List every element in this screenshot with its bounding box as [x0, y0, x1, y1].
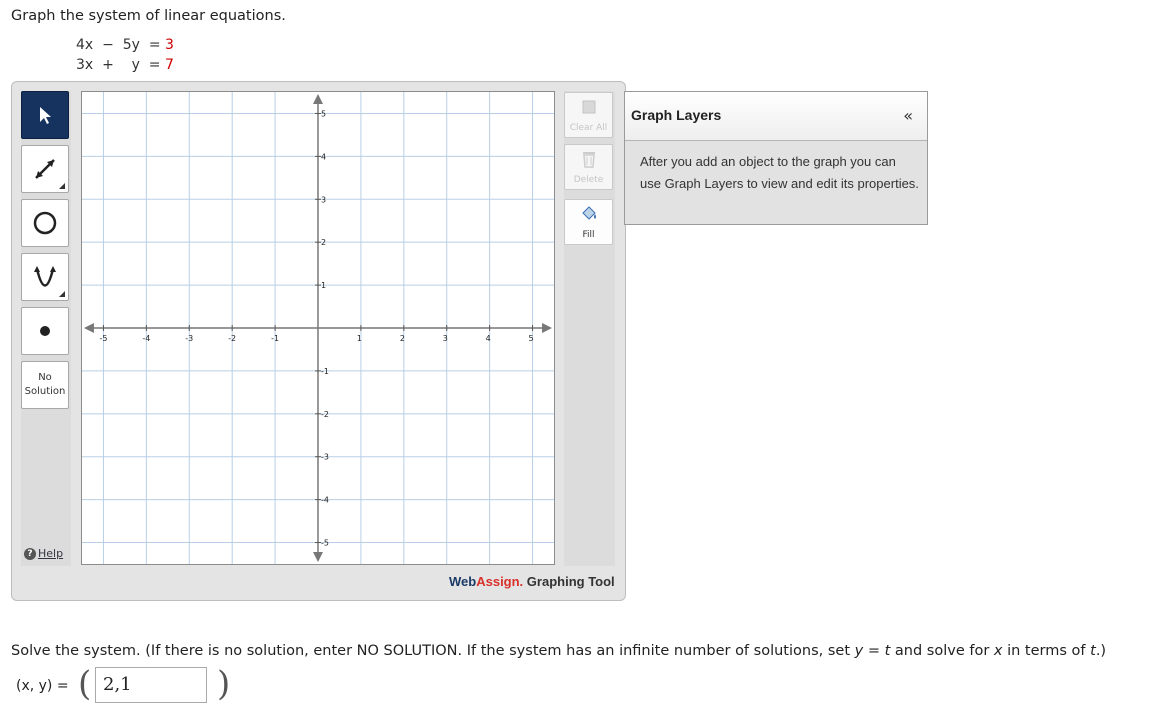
pointer-tool-button[interactable]	[21, 91, 69, 139]
y-tick-label: 3	[321, 195, 326, 204]
x-axis-left-arrow	[83, 323, 94, 333]
question-text: Graph the system of linear equations.	[11, 8, 286, 24]
y-tick-label: -3	[321, 453, 329, 462]
graph-layers-title: Graph Layers	[631, 107, 722, 123]
answer-label: (x, y) =	[16, 678, 69, 694]
x-tick-label: 4	[486, 334, 491, 343]
solve-prompt: Solve the system. (If there is no soluti…	[11, 643, 1106, 659]
graph-layers-description: After you add an object to the graph you…	[640, 154, 919, 191]
equation-2-lhs: 3x + y =	[76, 57, 161, 73]
y-tick-label: -4	[321, 496, 329, 505]
fill-button[interactable]: Fill	[564, 199, 613, 245]
x-tick-label: 5	[529, 334, 534, 343]
x-tick-label: -3	[185, 334, 193, 343]
equation-1-rhs: 3	[165, 37, 174, 53]
prompt-end: .)	[1095, 643, 1107, 659]
line-tool-button[interactable]	[21, 145, 69, 193]
axes	[83, 93, 553, 563]
no-solution-line2: Solution	[24, 386, 66, 397]
clear-all-label: Clear All	[569, 123, 608, 133]
circle-tool-button[interactable]	[21, 199, 69, 247]
y-axis-down-arrow	[313, 552, 323, 563]
help-icon: ?	[24, 547, 36, 560]
no-solution-button[interactable]: No Solution	[21, 361, 69, 409]
clear-all-button[interactable]: Clear All	[564, 92, 613, 138]
equation-2-rhs: 7	[165, 57, 174, 73]
x-tick-label: -5	[99, 334, 107, 343]
prompt-part-5: and solve for	[890, 643, 994, 659]
y-tick-label: -5	[321, 539, 329, 548]
y-tick-label: 5	[321, 109, 326, 118]
x-tick-label: -2	[228, 334, 236, 343]
x-tick-label: 3	[443, 334, 448, 343]
prompt-var-y: y	[854, 643, 864, 659]
x-axis-right-arrow	[542, 323, 553, 333]
brand-assign: Assign.	[476, 574, 524, 589]
graph-layers-panel: Graph Layers « After you add an object t…	[624, 91, 928, 225]
left-paren: (	[78, 664, 92, 704]
y-tick-label: -1	[321, 367, 329, 376]
right-paren: )	[217, 664, 231, 704]
cursor-arrow-icon	[40, 107, 51, 124]
x-tick-label: 1	[357, 334, 362, 343]
paint-bucket-icon	[581, 206, 596, 220]
submenu-corner-icon	[59, 183, 65, 189]
parabola-icon	[34, 266, 56, 287]
equation-2: 3x + y = 7	[76, 57, 174, 73]
brand-web: Web	[449, 574, 477, 589]
y-tick-label: -2	[321, 410, 329, 419]
parabola-tool-button[interactable]	[21, 253, 69, 301]
prompt-var-x: x	[993, 643, 1003, 659]
webassign-brand: WebAssign. Graphing Tool	[449, 574, 615, 589]
graph-canvas[interactable]: -5 -4 -3 -2 -1 1 2 3 4 5 5 4 3 2 1 -1 -2 -3 -4 -5	[81, 91, 555, 565]
point-tool-button[interactable]	[21, 307, 69, 355]
equation-1: 4x − 5y = 3	[76, 37, 174, 53]
clear-all-icon	[582, 100, 595, 114]
delete-button[interactable]: Delete	[564, 144, 613, 190]
trash-icon	[582, 152, 595, 168]
y-tick-label: 4	[321, 152, 326, 161]
x-tick-label: -4	[142, 334, 150, 343]
help-label: Help	[38, 547, 64, 560]
collapse-icon[interactable]: «	[903, 106, 913, 125]
brand-graphing-tool: Graphing Tool	[523, 574, 615, 589]
no-solution-line1: No	[38, 372, 52, 383]
prompt-part-7: in terms of	[1002, 643, 1091, 659]
prompt-part-1: Solve the system. (If there is no soluti…	[11, 643, 855, 659]
y-tick-label: 1	[321, 281, 326, 290]
graph-layers-header: Graph Layers «	[625, 92, 927, 141]
submenu-corner-icon	[59, 291, 65, 297]
fill-label: Fill	[582, 230, 595, 240]
x-tick-label: -1	[271, 334, 279, 343]
circle-icon	[33, 211, 57, 235]
line-segment-icon	[35, 159, 55, 179]
y-tick-label: 2	[321, 238, 326, 247]
prompt-equals: =	[863, 643, 885, 659]
y-axis-up-arrow	[313, 93, 323, 104]
point-icon	[40, 326, 50, 336]
help-link[interactable]: ? Help	[24, 547, 63, 560]
equation-1-lhs: 4x − 5y =	[76, 37, 161, 53]
delete-label: Delete	[573, 175, 604, 185]
x-tick-label: 2	[400, 334, 405, 343]
answer-input[interactable]: 2,1	[95, 667, 207, 703]
